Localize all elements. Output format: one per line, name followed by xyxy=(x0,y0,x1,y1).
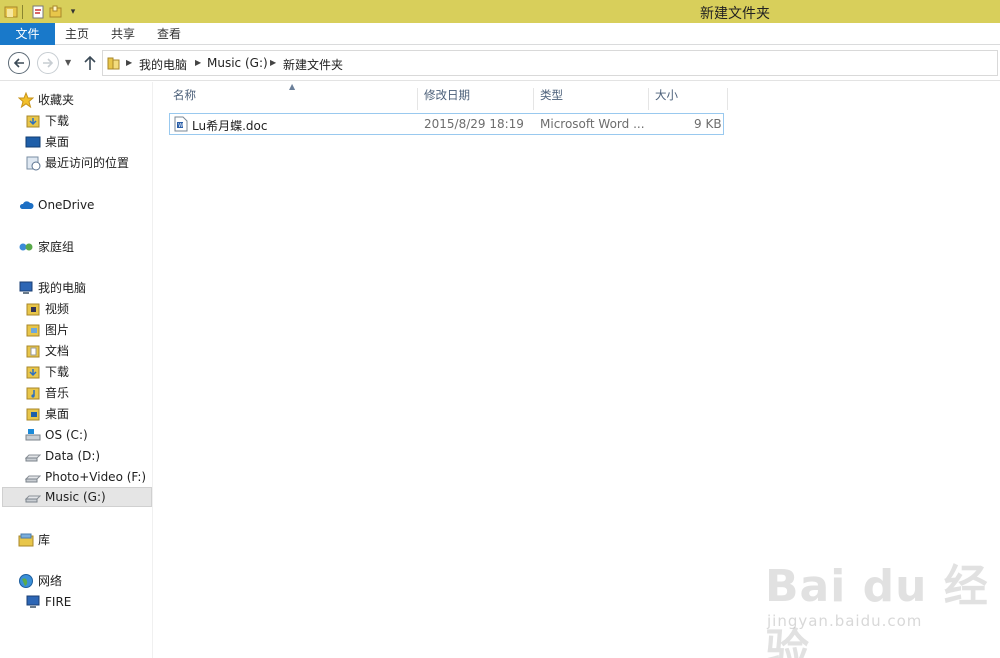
recent-locations-dropdown-icon[interactable]: ▼ xyxy=(65,58,71,67)
sidebar-item-network[interactable]: 网络 xyxy=(18,571,62,591)
sidebar-item-desktop-pc[interactable]: 桌面 xyxy=(25,404,69,424)
downloads-folder-icon xyxy=(26,366,40,379)
sidebar-item-label: 网络 xyxy=(38,574,63,588)
sidebar-item-label: 家庭组 xyxy=(38,240,75,254)
breadcrumb-this-pc[interactable]: 我的电脑 xyxy=(139,56,187,73)
sidebar-item-label: 库 xyxy=(38,533,51,547)
navigation-bar: ▼ ▶ 我的电脑 ▶ Music (G:) ▶ 新建文件夹 xyxy=(0,45,1000,81)
sidebar-item-this-pc[interactable]: 我的电脑 xyxy=(18,278,86,298)
sidebar-item-drive-g[interactable]: Music (G:) xyxy=(2,487,152,507)
breadcrumb-current-folder[interactable]: 新建文件夹 xyxy=(283,56,343,73)
sidebar-item-label: 下载 xyxy=(45,114,70,128)
sidebar-item-fire[interactable]: FIRE xyxy=(25,592,71,612)
sidebar-item-label: 文档 xyxy=(45,344,70,358)
downloads-folder-icon xyxy=(26,115,40,128)
sidebar-item-label: 下载 xyxy=(45,365,70,379)
music-folder-icon xyxy=(26,387,40,400)
sidebar-item-label: 我的电脑 xyxy=(38,281,87,295)
address-bar[interactable]: ▶ 我的电脑 ▶ Music (G:) ▶ 新建文件夹 xyxy=(102,50,998,76)
hard-drive-icon xyxy=(25,495,41,503)
breadcrumb-separator-icon[interactable]: ▶ xyxy=(126,58,132,67)
sidebar-item-label: 音乐 xyxy=(45,386,70,400)
tab-file[interactable]: 文件 xyxy=(0,23,55,45)
sidebar-item-label: Music (G:) xyxy=(45,490,106,504)
sidebar-item-favorites[interactable]: 收藏夹 xyxy=(18,90,74,110)
tab-home[interactable]: 主页 xyxy=(57,23,97,45)
svg-text:W: W xyxy=(178,123,183,129)
file-date-modified: 2015/8/29 18:19 xyxy=(424,117,524,131)
recent-places-icon xyxy=(26,156,41,171)
cloud-icon xyxy=(19,201,34,209)
sidebar-item-drive-f[interactable]: Photo+Video (F:) xyxy=(25,467,146,487)
column-header-size[interactable]: 大小 xyxy=(649,88,728,110)
hard-drive-icon xyxy=(25,475,41,483)
column-header-name[interactable]: 名称 xyxy=(167,88,418,110)
computer-icon xyxy=(19,281,33,294)
navigation-pane: 收藏夹 下载 桌面 最近访问的位置 OneDrive 家庭组 我的电脑 视频 图… xyxy=(0,82,153,658)
sidebar-item-pictures[interactable]: 图片 xyxy=(25,320,69,340)
watermark-logo: Bai du 经验 xyxy=(765,561,989,658)
title-bar: ▾ 新建文件夹 xyxy=(0,0,1000,23)
computer-icon xyxy=(26,595,40,608)
breadcrumb-drive[interactable]: Music (G:) xyxy=(207,56,268,70)
sidebar-item-downloads-pc[interactable]: 下载 xyxy=(25,362,69,382)
star-icon xyxy=(18,92,34,108)
column-header-date-modified[interactable]: 修改日期 xyxy=(418,88,534,110)
folder-icon xyxy=(107,57,120,70)
sidebar-item-recent-places[interactable]: 最近访问的位置 xyxy=(25,153,129,173)
sidebar-item-drive-c[interactable]: OS (C:) xyxy=(25,425,88,445)
word-document-icon: W xyxy=(174,116,188,132)
pictures-folder-icon xyxy=(26,324,40,337)
table-row[interactable]: W Lu希月蝶.doc 2015/8/29 18:19 Microsoft Wo… xyxy=(169,113,724,135)
forward-button[interactable] xyxy=(37,52,59,74)
column-header-type[interactable]: 类型 xyxy=(534,88,649,110)
sidebar-item-drive-d[interactable]: Data (D:) xyxy=(25,446,100,466)
sidebar-item-onedrive[interactable]: OneDrive xyxy=(18,195,94,215)
arrow-right-icon xyxy=(43,58,54,68)
system-drive-icon xyxy=(25,429,41,441)
baidu-watermark: Bai du 经验 jingyan.baidu.com xyxy=(765,550,995,658)
sidebar-item-label: 视频 xyxy=(45,302,70,316)
sidebar-item-label: 最近访问的位置 xyxy=(45,156,130,170)
sidebar-item-label: Data (D:) xyxy=(45,449,101,463)
ribbon: 文件 主页 共享 查看 xyxy=(0,23,1000,45)
sidebar-item-homegroup[interactable]: 家庭组 xyxy=(18,237,74,257)
watermark-url: jingyan.baidu.com xyxy=(767,612,923,630)
sidebar-item-label: FIRE xyxy=(45,595,72,609)
sidebar-item-downloads[interactable]: 下载 xyxy=(25,111,69,131)
breadcrumb-separator-icon[interactable]: ▶ xyxy=(195,58,201,67)
sidebar-item-desktop[interactable]: 桌面 xyxy=(25,132,69,152)
library-icon xyxy=(18,533,34,547)
homegroup-icon xyxy=(19,243,33,251)
sidebar-item-label: OneDrive xyxy=(38,198,95,212)
tab-share[interactable]: 共享 xyxy=(103,23,143,45)
network-globe-icon xyxy=(19,574,33,588)
desktop-icon xyxy=(25,136,41,148)
window-title: 新建文件夹 xyxy=(700,6,770,22)
videos-folder-icon xyxy=(26,303,40,316)
sidebar-item-label: 收藏夹 xyxy=(38,93,75,107)
sidebar-item-label: OS (C:) xyxy=(45,428,88,442)
sidebar-item-videos[interactable]: 视频 xyxy=(25,299,69,319)
sidebar-item-documents[interactable]: 文档 xyxy=(25,341,69,361)
file-size: 9 KB xyxy=(694,117,722,131)
hard-drive-icon xyxy=(25,454,41,462)
sidebar-item-label: 桌面 xyxy=(45,407,70,421)
breadcrumb-separator-icon[interactable]: ▶ xyxy=(270,58,276,67)
up-arrow-icon[interactable] xyxy=(82,54,98,72)
sidebar-item-label: 桌面 xyxy=(45,135,70,149)
desktop-folder-icon xyxy=(26,408,40,421)
sidebar-item-label: 图片 xyxy=(45,323,70,337)
documents-folder-icon xyxy=(26,345,40,358)
tab-view[interactable]: 查看 xyxy=(149,23,189,45)
back-button[interactable] xyxy=(8,52,30,74)
sidebar-item-libraries[interactable]: 库 xyxy=(18,530,50,550)
file-type: Microsoft Word ... xyxy=(540,117,645,131)
arrow-left-icon xyxy=(13,58,24,68)
sidebar-item-label: Photo+Video (F:) xyxy=(45,470,147,484)
file-name: Lu希月蝶.doc xyxy=(192,119,268,133)
sidebar-item-music[interactable]: 音乐 xyxy=(25,383,69,403)
